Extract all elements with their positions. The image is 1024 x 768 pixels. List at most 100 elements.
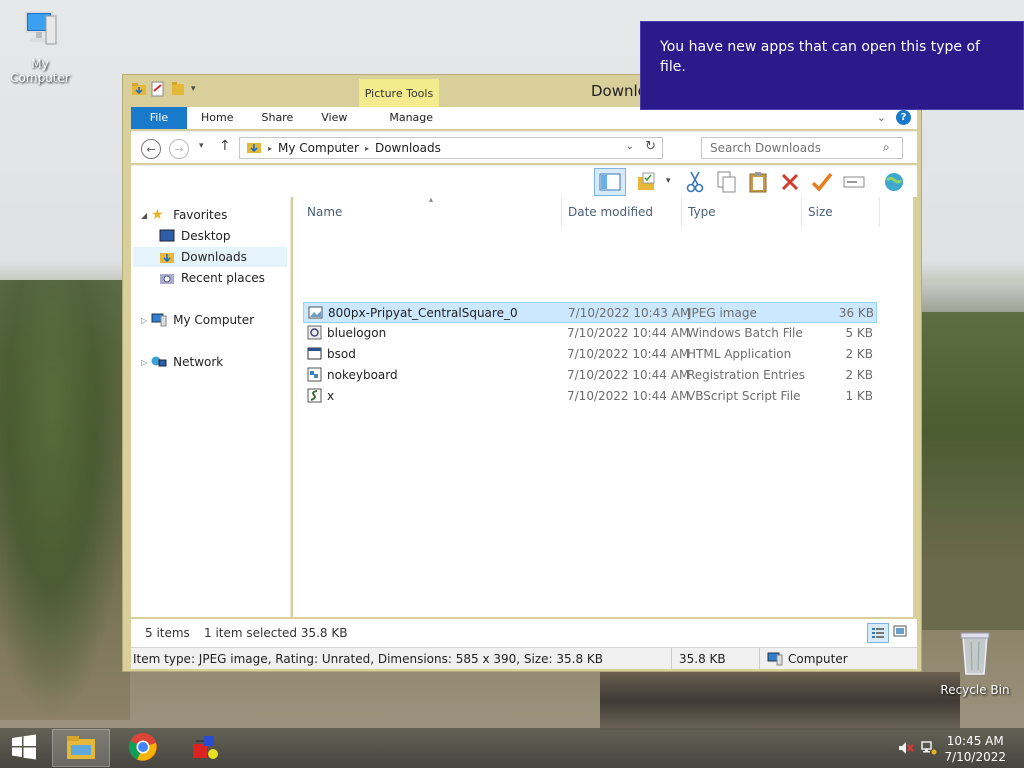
column-separator[interactable] xyxy=(801,197,802,227)
rename-icon[interactable] xyxy=(842,170,866,194)
taskbar-file-explorer[interactable] xyxy=(52,729,110,767)
table-row[interactable]: bluelogon 7/10/2022 10:44 AM Windows Bat… xyxy=(303,323,877,344)
desktop-icon-recycle-bin[interactable]: Recycle Bin xyxy=(935,630,1015,697)
up-arrow-icon[interactable]: ↑ xyxy=(219,138,231,154)
breadcrumb-separator-icon[interactable]: ▸ xyxy=(268,144,272,153)
file-size: 1 KB xyxy=(845,389,873,403)
search-input[interactable] xyxy=(701,137,903,159)
table-row[interactable]: nokeyboard 7/10/2022 10:44 AM Registrati… xyxy=(303,365,877,386)
script-file-icon xyxy=(307,388,322,403)
table-row[interactable]: 800px-Pripyat_CentralSquare_0 7/10/2022 … xyxy=(303,302,877,323)
folder-options-icon[interactable] xyxy=(636,170,660,194)
large-icons-view-icon[interactable] xyxy=(893,625,907,640)
search-icon[interactable]: ⌕ xyxy=(883,140,890,155)
computer-icon xyxy=(0,10,80,53)
status-bar: 5 items 1 item selected 35.8 KB xyxy=(131,619,917,647)
preview-pane-icon[interactable] xyxy=(594,168,626,196)
file-name: bluelogon xyxy=(327,326,387,340)
column-header-type[interactable]: Type xyxy=(688,205,716,219)
system-clock[interactable]: 10:45 AM 7/10/2022 xyxy=(944,733,1006,765)
details-bar: Item type: JPEG image, Rating: Unrated, … xyxy=(131,647,917,670)
column-header-name[interactable]: Name xyxy=(307,205,342,219)
breadcrumb-my-computer[interactable]: My Computer xyxy=(278,141,359,155)
tab-home[interactable]: Home xyxy=(187,107,247,129)
table-row[interactable]: bsod 7/10/2022 10:44 AM HTML Application… xyxy=(303,344,877,365)
tab-manage[interactable]: Manage xyxy=(375,107,448,129)
collapse-arrow-icon[interactable]: ◢ xyxy=(141,211,147,220)
folder-options-dropdown-icon[interactable]: ▾ xyxy=(666,176,671,186)
cut-icon[interactable] xyxy=(683,170,707,194)
start-button[interactable] xyxy=(0,729,48,767)
column-separator[interactable] xyxy=(681,197,682,227)
wallpaper-roof xyxy=(600,672,960,730)
refresh-icon[interactable]: ↻ xyxy=(645,139,656,154)
column-header-date[interactable]: Date modified xyxy=(568,205,653,219)
notification-toast[interactable]: You have new apps that can open this typ… xyxy=(640,21,1024,110)
properties-icon[interactable] xyxy=(151,81,165,97)
downloads-folder-icon xyxy=(246,140,262,157)
navigation-pane: ◢ ★ Favorites Desktop Downloads Recent p… xyxy=(131,197,291,617)
globe-icon[interactable] xyxy=(882,170,906,194)
qat-dropdown-icon[interactable]: ▾ xyxy=(191,84,196,94)
network-status-icon[interactable] xyxy=(921,740,937,759)
file-date: 7/10/2022 10:44 AM xyxy=(567,389,690,403)
nav-recent-places[interactable]: Recent places xyxy=(159,268,265,288)
item-details: Item type: JPEG image, Rating: Unrated, … xyxy=(133,652,604,666)
table-row[interactable]: x 7/10/2022 10:44 AM VBScript Script Fil… xyxy=(303,386,877,407)
taskbar-chrome[interactable] xyxy=(114,729,172,767)
column-header-size[interactable]: Size xyxy=(808,205,833,219)
file-type: HTML Application xyxy=(687,347,792,361)
recent-locations-icon[interactable]: ▾ xyxy=(199,141,204,151)
details-view-icon[interactable] xyxy=(867,623,889,643)
address-dropdown-icon[interactable]: ⌄ xyxy=(626,141,634,152)
file-size: 5 KB xyxy=(845,326,873,340)
expand-ribbon-icon[interactable]: ⌄ xyxy=(877,111,886,124)
batch-file-icon xyxy=(307,325,322,340)
file-name: x xyxy=(327,389,335,403)
nav-downloads[interactable]: Downloads xyxy=(133,247,287,267)
wallpaper-buildings xyxy=(920,282,1024,312)
tab-view[interactable]: View xyxy=(307,107,361,129)
back-button[interactable]: ← xyxy=(141,139,161,159)
desktop-icon-my-computer[interactable]: My Computer xyxy=(0,10,80,85)
copy-icon[interactable] xyxy=(715,170,739,194)
ribbon-tabs: File Home Share View Manage ⌄ ? xyxy=(131,107,917,129)
app-blocks-icon xyxy=(190,732,220,765)
nav-favorites[interactable]: ◢ ★ Favorites xyxy=(141,205,227,225)
file-explorer-icon xyxy=(65,733,97,764)
address-bar[interactable]: ▸ My Computer ▸ Downloads ⌄ ↻ xyxy=(239,137,663,159)
nav-label: Network xyxy=(173,355,224,369)
breadcrumb-separator-icon[interactable]: ▸ xyxy=(365,144,369,153)
tab-share[interactable]: Share xyxy=(247,107,307,129)
nav-my-computer[interactable]: ▷ My Computer xyxy=(141,310,254,330)
taskbar-app[interactable] xyxy=(176,729,234,767)
help-icon[interactable]: ? xyxy=(896,110,911,125)
new-folder-icon[interactable] xyxy=(171,81,185,97)
expand-arrow-icon[interactable]: ▷ xyxy=(141,316,147,325)
breadcrumb-downloads[interactable]: Downloads xyxy=(375,141,441,155)
file-size: 36 KB xyxy=(838,306,874,320)
forward-arrow-icon: → xyxy=(174,142,184,156)
forward-button[interactable]: → xyxy=(169,139,189,159)
column-separator[interactable] xyxy=(561,197,562,227)
image-file-icon xyxy=(308,305,323,320)
file-type: VBScript Script File xyxy=(687,389,801,403)
volume-muted-icon[interactable] xyxy=(898,740,914,759)
checkmark-icon[interactable] xyxy=(810,170,834,194)
tab-file[interactable]: File xyxy=(131,107,187,129)
explorer-window: ▾ Picture Tools Downlo File Home Share V… xyxy=(122,74,922,672)
expand-arrow-icon[interactable]: ▷ xyxy=(141,358,147,367)
nav-label: Recent places xyxy=(181,271,265,285)
wallpaper-trees-left xyxy=(0,280,130,720)
file-type: JPEG image xyxy=(688,306,757,320)
sort-indicator-icon: ▴ xyxy=(429,195,434,204)
paste-icon[interactable] xyxy=(746,170,770,194)
nav-network[interactable]: ▷ Network xyxy=(141,352,223,372)
delete-icon[interactable] xyxy=(778,170,802,194)
column-separator[interactable] xyxy=(879,197,880,227)
clock-date: 7/10/2022 xyxy=(944,750,1006,764)
recent-places-icon xyxy=(159,271,175,285)
nav-desktop[interactable]: Desktop xyxy=(159,226,231,246)
folder-icon[interactable] xyxy=(131,81,146,97)
registry-file-icon xyxy=(307,367,322,382)
